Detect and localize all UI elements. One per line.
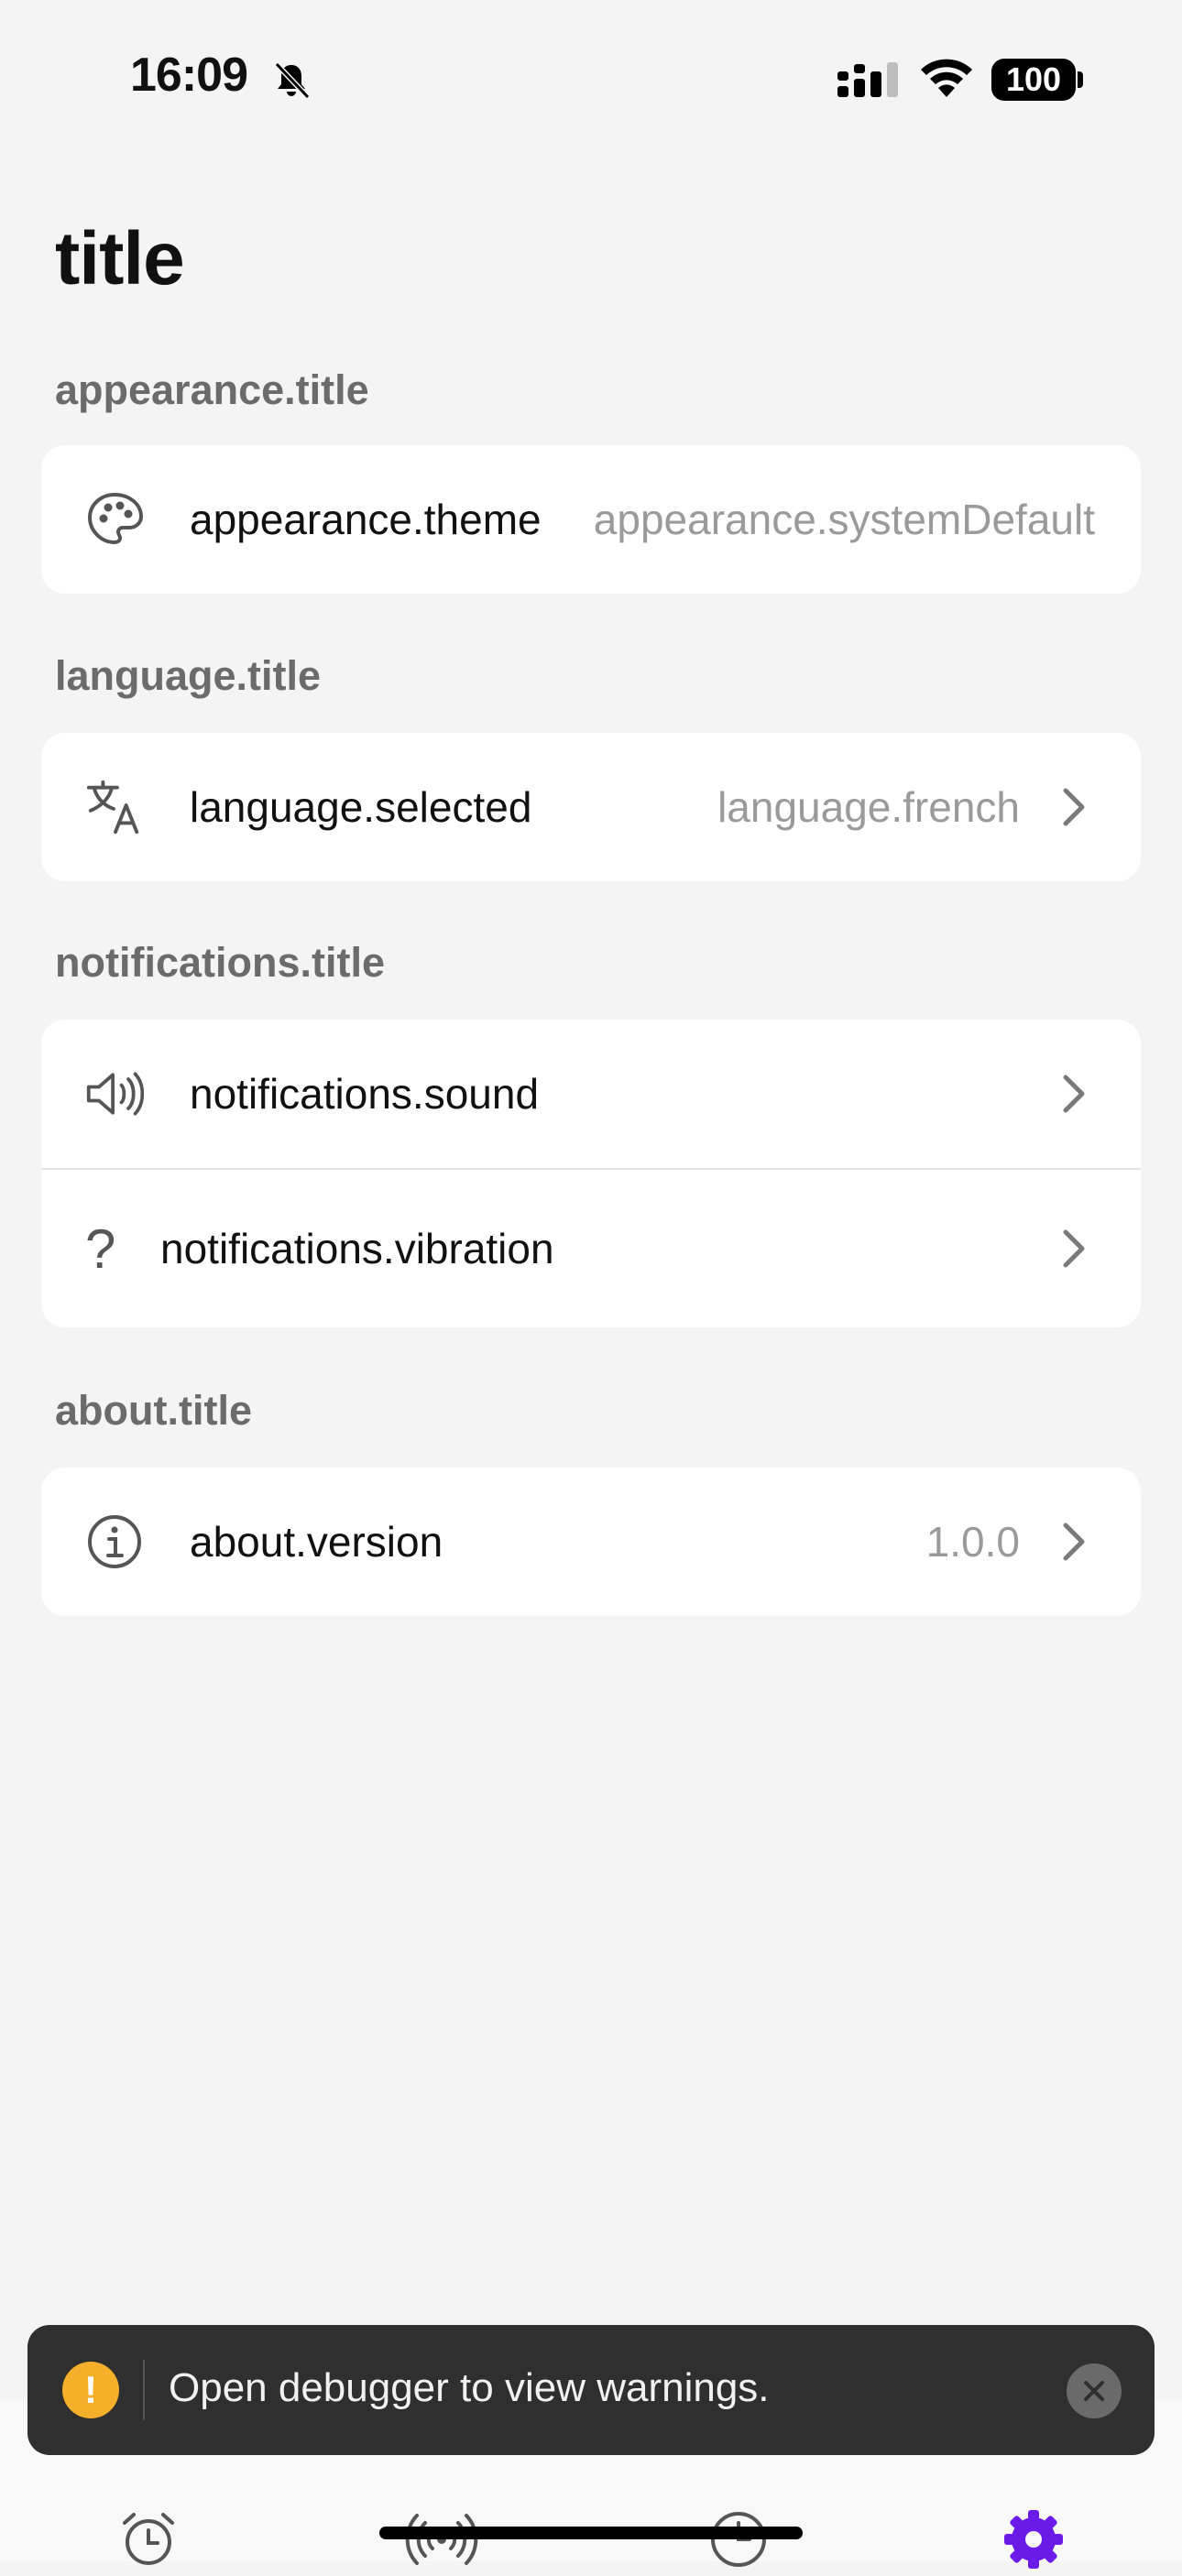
appearance-theme-row[interactable]: appearance.theme appearance.systemDefaul… [41, 445, 1141, 594]
language-selected-label: language.selected [190, 783, 532, 831]
warning-icon: ! [62, 2362, 119, 2418]
language-selected-row[interactable]: language.selected language.french [41, 733, 1141, 881]
toast-message: Open debugger to view warnings. [169, 2365, 770, 2410]
language-section-header: language.title [55, 652, 322, 699]
status-time: 16:09 [130, 49, 248, 102]
broadcast-icon [405, 2514, 478, 2565]
wifi-icon [921, 59, 972, 97]
battery-indicator: 100 [991, 59, 1076, 101]
notifications-sound-label: notifications.sound [190, 1070, 540, 1118]
bell-muted-icon [274, 61, 311, 100]
page-title: title [55, 217, 185, 300]
language-card: language.selected language.french [41, 733, 1141, 881]
appearance-theme-value: appearance.systemDefault [593, 496, 1095, 543]
tab-broadcast[interactable] [405, 2503, 478, 2576]
notifications-sound-row[interactable]: notifications.sound [41, 1020, 1141, 1168]
appearance-section-header: appearance.title [55, 366, 369, 413]
toast-close-button[interactable] [1067, 2363, 1122, 2418]
notifications-section-header: notifications.title [55, 939, 385, 986]
about-version-label: about.version [190, 1518, 443, 1566]
speaker-icon [85, 1064, 144, 1123]
appearance-theme-label: appearance.theme [190, 496, 542, 543]
debugger-warning-toast[interactable]: ! Open debugger to view warnings. [27, 2325, 1155, 2455]
gear-icon [1004, 2510, 1063, 2569]
language-selected-value: language.french [717, 783, 1020, 831]
tab-alarm[interactable] [112, 2503, 185, 2576]
chevron-right-icon [1063, 1075, 1085, 1113]
notifications-vibration-label: notifications.vibration [160, 1225, 554, 1272]
cellular-signal-icon [837, 62, 898, 97]
question-mark-icon: ? [85, 1217, 116, 1280]
close-icon [1084, 2381, 1104, 2401]
chevron-right-icon [1063, 788, 1085, 826]
about-section-header: about.title [55, 1387, 252, 1434]
info-icon [85, 1512, 144, 1571]
clock-icon [711, 2512, 766, 2567]
status-bar: 16:09 100 [0, 0, 1182, 156]
alarm-icon [123, 2513, 174, 2565]
chevron-right-icon [1063, 1523, 1085, 1561]
translate-icon [85, 778, 144, 836]
about-version-row[interactable]: about.version 1.0.0 [41, 1468, 1141, 1616]
battery-tip [1078, 71, 1083, 88]
appearance-card: appearance.theme appearance.systemDefaul… [41, 445, 1141, 594]
tab-clock[interactable] [702, 2503, 775, 2576]
about-version-value: 1.0.0 [925, 1518, 1020, 1566]
notifications-vibration-row[interactable]: ? notifications.vibration [41, 1168, 1141, 1327]
home-indicator [379, 2527, 803, 2539]
palette-icon [85, 490, 144, 549]
tab-settings[interactable] [997, 2503, 1070, 2576]
notifications-card: notifications.sound ? notifications.vibr… [41, 1020, 1141, 1327]
about-card: about.version 1.0.0 [41, 1468, 1141, 1616]
toast-divider [143, 2360, 145, 2420]
chevron-right-icon [1063, 1229, 1085, 1268]
